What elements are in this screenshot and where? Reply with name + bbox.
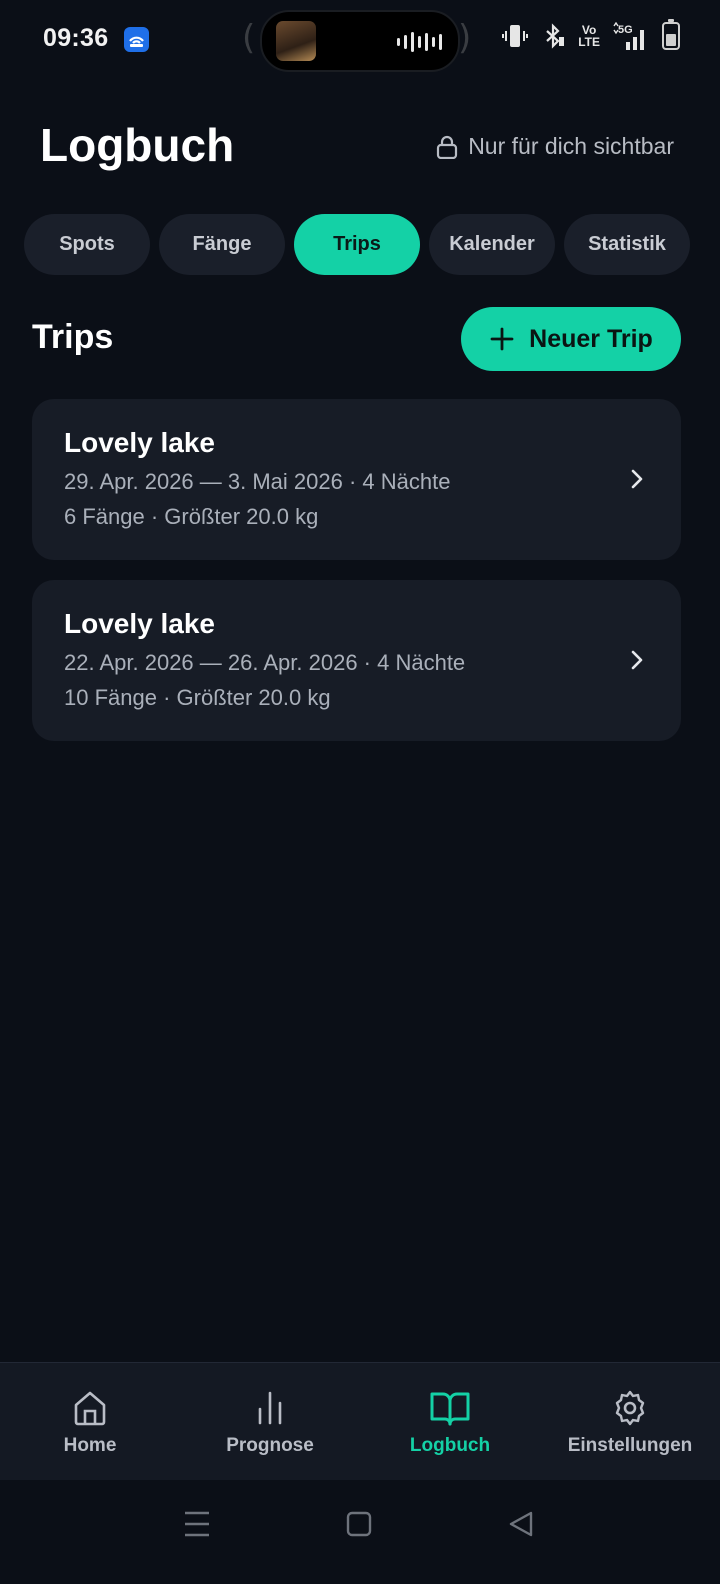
system-nav-bar xyxy=(0,1480,720,1584)
visibility-indicator: Nur für dich sichtbar xyxy=(436,133,674,160)
status-time: 09:36 xyxy=(43,24,109,52)
svg-text:5G: 5G xyxy=(618,24,633,36)
home-icon xyxy=(74,1391,106,1426)
nav-logbuch[interactable]: Logbuch xyxy=(360,1363,540,1481)
trip-dates: 22. Apr. 2026 — 26. Apr. 2026 · 4 Nächte xyxy=(64,650,466,675)
tab-kalender[interactable]: Kalender xyxy=(429,214,555,275)
album-art-icon xyxy=(276,21,316,61)
tab-faenge[interactable]: Fänge xyxy=(159,214,285,275)
vibrate-icon xyxy=(502,25,529,47)
trip-title: Lovely lake xyxy=(64,427,215,458)
chevron-right-icon xyxy=(631,469,643,489)
visibility-label: Nur für dich sichtbar xyxy=(468,133,674,159)
nav-prognose[interactable]: Prognose xyxy=(180,1363,360,1481)
tab-trips[interactable]: Trips xyxy=(294,214,420,275)
battery-icon xyxy=(662,19,680,50)
home-square-icon[interactable] xyxy=(346,1510,372,1538)
dynamic-island[interactable] xyxy=(260,10,460,72)
bottom-navigation: Home Prognose Logbuch Einstellungen xyxy=(0,1362,720,1481)
logbook-tabs: Spots Fänge Trips Kalender Statistik xyxy=(24,214,690,275)
nav-home-label: Home xyxy=(63,1435,117,1456)
nav-einstellungen-label: Einstellungen xyxy=(567,1435,693,1456)
section-title: Trips xyxy=(32,318,114,356)
trip-summary: 6 Fänge · Größter 20.0 kg xyxy=(64,504,319,529)
book-icon xyxy=(430,1392,470,1426)
trip-title: Lovely lake xyxy=(64,608,215,639)
lock-icon xyxy=(437,135,458,159)
trip-summary: 10 Fänge · Größter 20.0 kg xyxy=(64,685,331,710)
chevron-right-icon xyxy=(631,650,643,670)
volte-icon: Vo LTE xyxy=(578,23,600,49)
nav-home[interactable]: Home xyxy=(0,1363,180,1481)
nav-logbuch-label: Logbuch xyxy=(409,1435,491,1456)
menu-icon[interactable] xyxy=(184,1510,210,1538)
gear-icon xyxy=(615,1390,645,1426)
audio-wave-icon xyxy=(397,32,442,52)
plus-icon xyxy=(490,327,514,351)
trip-card[interactable]: Lovely lake 29. Apr. 2026 — 3. Mai 2026 … xyxy=(32,399,681,560)
tab-spots[interactable]: Spots xyxy=(24,214,150,275)
bar-chart-icon xyxy=(258,1391,282,1425)
back-triangle-icon[interactable] xyxy=(508,1510,534,1538)
nav-einstellungen[interactable]: Einstellungen xyxy=(540,1363,720,1481)
status-bar: 09:36 ( ) Vo LTE 5G xyxy=(0,0,720,80)
island-bracket-right: ) xyxy=(458,18,472,58)
nav-prognose-label: Prognose xyxy=(226,1435,314,1456)
new-trip-label: Neuer Trip xyxy=(529,324,653,353)
trip-dates: 29. Apr. 2026 — 3. Mai 2026 · 4 Nächte xyxy=(64,469,451,494)
wifi-app-icon xyxy=(124,27,149,52)
page-title: Logbuch xyxy=(40,119,235,171)
island-bracket-left: ( xyxy=(242,18,256,58)
tab-statistik[interactable]: Statistik xyxy=(564,214,690,275)
signal-5g-icon: 5G xyxy=(613,22,644,50)
bluetooth-icon xyxy=(546,23,565,49)
new-trip-button[interactable]: Neuer Trip xyxy=(461,307,681,371)
status-icons: Vo LTE 5G xyxy=(502,19,680,50)
trip-card[interactable]: Lovely lake 22. Apr. 2026 — 26. Apr. 202… xyxy=(32,580,681,741)
